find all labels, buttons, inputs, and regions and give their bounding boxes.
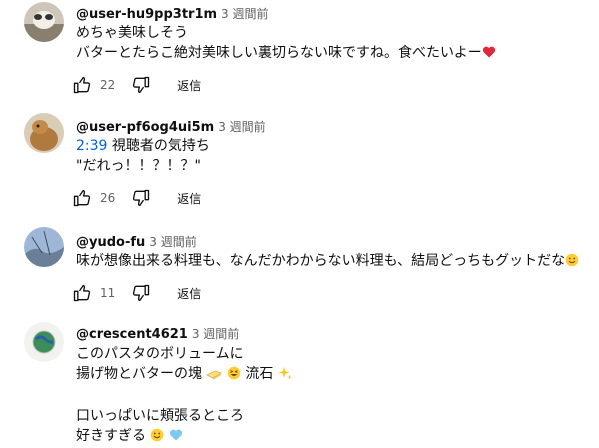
comment-body: 2:39 視聴者の気持ち "だれっ！！？！？" bbox=[76, 136, 210, 176]
comment-header: @crescent4621 3 週間前 bbox=[76, 325, 239, 342]
comment-header: @user-hu9pp3tr1m 3 週間前 bbox=[76, 5, 269, 22]
reply-button[interactable]: 返信 bbox=[177, 285, 201, 302]
thumbs-down-icon bbox=[133, 189, 150, 207]
comment-line: このパスタのボリュームに bbox=[76, 346, 244, 362]
comment-time[interactable]: 3 週間前 bbox=[149, 235, 196, 249]
dislike-button[interactable] bbox=[125, 277, 157, 309]
comment-line: 口いっぱいに頬張るところ bbox=[76, 408, 244, 424]
thumbs-down-icon bbox=[133, 284, 150, 302]
like-count: 26 bbox=[100, 191, 116, 205]
comment-body: めちゃ美味しそう バターとたらこ絶対美味しい裏切らない味ですね。食べたいよー bbox=[76, 23, 496, 65]
comment-header: @yudo-fu 3 週間前 bbox=[76, 233, 197, 250]
sky-avatar-image bbox=[24, 227, 64, 267]
comment-line: 好きすぎる bbox=[76, 426, 292, 448]
comment-header: @user-pf6og4ui5m 3 週間前 bbox=[76, 118, 266, 135]
author-name[interactable]: @user-hu9pp3tr1m bbox=[76, 7, 217, 22]
dog-avatar-image bbox=[24, 113, 64, 153]
comment-body: 味が想像出来る料理も、なんだかわからない料理も、結局どっちもグットだな bbox=[76, 251, 579, 273]
comment-line: 味が想像出来る料理も、なんだかわからない料理も、結局どっちもグットだな bbox=[76, 251, 579, 273]
author-name[interactable]: @yudo-fu bbox=[76, 235, 145, 250]
like-count: 22 bbox=[100, 78, 116, 92]
butter-icon bbox=[206, 366, 223, 386]
comment-blank-line bbox=[76, 386, 292, 406]
reply-button[interactable]: 返信 bbox=[177, 77, 201, 94]
globe-avatar-image bbox=[24, 322, 64, 362]
light-blue-heart-icon bbox=[169, 428, 183, 448]
thumbs-down-icon bbox=[133, 76, 150, 94]
like-button[interactable] bbox=[66, 69, 98, 101]
comment-line: めちゃ美味しそう bbox=[76, 25, 188, 41]
like-button[interactable] bbox=[66, 182, 98, 214]
dislike-button[interactable] bbox=[125, 69, 157, 101]
sparkles-icon bbox=[278, 366, 292, 386]
author-name[interactable]: @user-pf6og4ui5m bbox=[76, 120, 214, 135]
comment-line: バターとたらこ絶対美味しい裏切らない味ですね。食べたいよー bbox=[76, 43, 496, 65]
like-count: 11 bbox=[100, 286, 116, 300]
comment-line: 揚げ物とバターの塊 流石 bbox=[76, 364, 292, 386]
comment-actions: 11 返信 bbox=[66, 277, 201, 309]
thumbs-up-icon bbox=[73, 76, 91, 94]
avatar[interactable] bbox=[24, 2, 64, 42]
author-name[interactable]: @crescent4621 bbox=[76, 327, 188, 342]
comment-actions: 26 返信 bbox=[66, 182, 201, 214]
comment-time[interactable]: 3 週間前 bbox=[218, 120, 265, 134]
red-heart-icon bbox=[482, 45, 496, 65]
avatar[interactable] bbox=[24, 227, 64, 267]
smiling-face-icon bbox=[150, 428, 164, 448]
avatar[interactable] bbox=[24, 322, 64, 362]
smiling-face-icon bbox=[565, 253, 579, 273]
video-timestamp-link[interactable]: 2:39 bbox=[76, 138, 107, 154]
comment-body: このパスタのボリュームに 揚げ物とバターの塊 流石 口いっぱいに頬張るところ 好… bbox=[76, 344, 292, 448]
grinning-squinting-face-icon bbox=[227, 366, 241, 386]
cat-avatar-image bbox=[24, 2, 64, 42]
like-button[interactable] bbox=[66, 277, 98, 309]
comment-time[interactable]: 3 週間前 bbox=[192, 327, 239, 341]
comment-line: "だれっ！！？！？" bbox=[76, 158, 201, 174]
comment-actions: 22 返信 bbox=[66, 69, 201, 101]
comment-line: 2:39 視聴者の気持ち bbox=[76, 138, 210, 154]
dislike-button[interactable] bbox=[125, 182, 157, 214]
thumbs-up-icon bbox=[73, 189, 91, 207]
thumbs-up-icon bbox=[73, 284, 91, 302]
avatar[interactable] bbox=[24, 113, 64, 153]
comment-time[interactable]: 3 週間前 bbox=[221, 7, 268, 21]
reply-button[interactable]: 返信 bbox=[177, 190, 201, 207]
